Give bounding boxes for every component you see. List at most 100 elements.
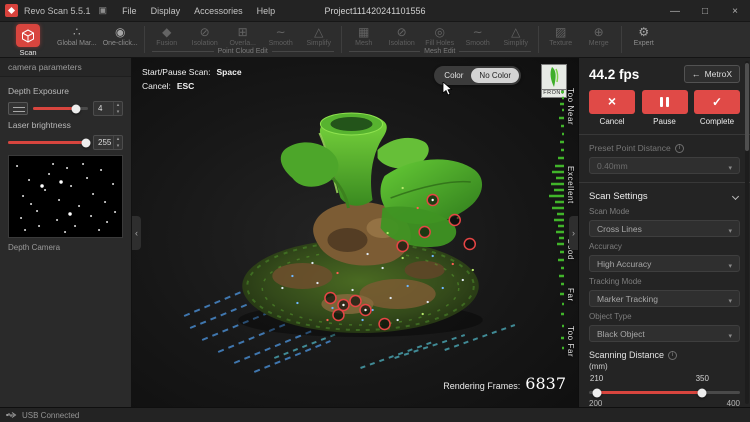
dropdown-caret-icon [728,290,732,308]
toolbar-button-global-markers[interactable]: ∴ Global Mar... [54,24,100,47]
close-button[interactable]: × [720,0,750,22]
laser-brightness-slider-handle[interactable] [81,138,90,147]
simplify-icon: △ [511,25,520,39]
object-type-dropdown[interactable]: Black Object [589,325,740,342]
scan-viewport-3d[interactable]: Start/Pause Scan:Space Cancel:ESC Color … [132,58,578,407]
back-arrow-icon [692,69,701,79]
overlap-icon: ⊞ [238,25,248,39]
auto-exposure-button[interactable] [8,102,28,115]
scrollbar-thumb[interactable] [745,63,749,151]
accuracy-dropdown[interactable]: High Accuracy [589,255,740,272]
toolbar-button-merge[interactable]: ⊕ Merge [580,24,618,47]
scan-tab-label: Scan [19,48,36,57]
toolbar-separator [144,26,145,53]
info-icon[interactable] [668,351,677,360]
stepper-down-icon[interactable] [114,143,122,150]
range-low-handle[interactable] [592,388,601,397]
menu-file[interactable]: File [115,6,144,16]
hint-scan-key: Space [217,67,242,77]
color-toggle-no-color[interactable]: No Color [471,68,519,83]
scan-tab[interactable]: Scan [5,24,51,57]
dropdown-caret-icon [728,255,732,273]
collapse-left-panel-button[interactable] [132,216,141,250]
hint-cancel-label: Cancel: [142,81,171,91]
menu-help[interactable]: Help [250,6,283,16]
menu-accessories[interactable]: Accessories [187,6,250,16]
metrox-button[interactable]: MetroX [684,65,740,83]
depth-exposure-slider-handle[interactable] [71,104,80,113]
isolation-icon: ⊘ [200,25,210,39]
laser-brightness-stepper[interactable]: 255 [93,135,123,150]
usb-icon [6,411,17,419]
global-markers-icon: ∴ [73,25,81,39]
scan-settings-header[interactable]: Scan Settings [589,191,740,202]
preset-point-distance-dropdown[interactable]: 0.40mm [589,157,740,174]
toolbar-group-mesh-edit: ▦ Mesh ⊘ Isolation ◎ Fill Holes ∼ Smooth… [345,24,535,55]
depth-camera-preview [8,155,123,238]
dropdown-caret-icon [728,325,732,343]
toolbar-button-simplify-mesh[interactable]: △ Simplify [497,24,535,47]
minimize-button[interactable]: — [660,0,690,22]
toolbar-group-texture-merge: ▨ Texture ⊕ Merge [542,24,618,47]
toolbar-button-expert[interactable]: ⚙ Expert [625,24,663,47]
hint-scan-label: Start/Pause Scan: [142,67,211,77]
toolbar-separator [621,26,622,53]
group-caption-mesh-edit: Mesh Edit [345,48,535,55]
toolbar-button-one-click[interactable]: ◉ One-click... [100,24,141,47]
toolbar-group-expert: ⚙ Expert [625,24,663,47]
range-low-value: 210 [590,374,603,383]
toolbar-button-texture[interactable]: ▨ Texture [542,24,580,47]
range-high-handle[interactable] [698,388,707,397]
maximize-button[interactable]: □ [690,0,720,22]
x-icon [608,93,616,111]
toolbar-button-overlap[interactable]: ⊞ Overla... [224,24,262,47]
complete-scan-button[interactable] [694,90,740,114]
menu-display[interactable]: Display [144,6,188,16]
usb-status-text: USB Connected [22,411,79,420]
workspace-icon[interactable]: ▣ [99,5,108,16]
cursor-pointer [442,82,453,101]
toolbar-button-mesh[interactable]: ▦ Mesh [345,24,383,47]
toolbar-group-point-cloud-edit: ◆ Fusion ⊘ Isolation ⊞ Overla... ∼ Smoot… [148,24,338,55]
tracking-mode-dropdown[interactable]: Marker Tracking [589,290,740,307]
depth-camera-label: Depth Camera [8,243,123,252]
range-max-label: 400 [727,399,740,408]
app-title: Revo Scan 5.5.1 [24,6,91,16]
right-panel-scrollbar[interactable] [745,61,749,404]
scan-mode-dropdown[interactable]: Cross Lines [589,220,740,237]
tracking-mode-field: Tracking Mode Marker Tracking [589,277,740,307]
merge-icon: ⊕ [594,25,604,39]
pause-scan-button[interactable] [642,90,688,114]
cancel-action: Cancel [589,90,635,126]
dropdown-caret-icon [728,220,732,238]
object-type-field: Object Type Black Object [589,312,740,342]
toolbar-button-simplify-pc[interactable]: △ Simplify [300,24,338,47]
texture-icon: ▨ [555,25,566,39]
info-icon[interactable] [675,144,684,153]
scanning-distance-range-slider[interactable]: 210 350 200 400 [589,386,740,412]
cancel-scan-button[interactable] [589,90,635,114]
app-logo-icon [5,4,18,17]
chevron-down-icon [732,193,739,200]
depth-exposure-slider[interactable] [33,107,88,110]
divider [579,182,750,183]
toolbar-button-isolation-mesh[interactable]: ⊘ Isolation [383,24,421,47]
stepper-down-icon[interactable] [114,109,122,116]
app-window: Revo Scan 5.5.1 ▣ File Display Accessori… [0,0,750,422]
one-click-icon: ◉ [115,25,125,39]
depth-exposure-stepper[interactable]: 4 [93,101,123,116]
collapse-right-panel-button[interactable] [569,216,578,250]
toolbar-button-fill-holes[interactable]: ◎ Fill Holes [421,24,459,47]
smooth-icon: ∼ [276,25,286,39]
laser-brightness-slider[interactable] [8,141,88,144]
scan-cube-icon[interactable] [16,24,40,47]
keyboard-hints: Start/Pause Scan:Space Cancel:ESC [142,65,248,93]
depth-exposure-label: Depth Exposure [8,86,123,96]
toolbar-button-fusion[interactable]: ◆ Fusion [148,24,186,47]
distance-histogram [548,86,564,356]
toolbar-button-smooth-mesh[interactable]: ∼ Smooth [459,24,497,47]
toolbar-button-smooth-pc[interactable]: ∼ Smooth [262,24,300,47]
fps-counter: 44.2 fps [589,67,639,82]
color-toggle-color[interactable]: Color [436,68,471,83]
toolbar-button-isolation-pc[interactable]: ⊘ Isolation [186,24,224,47]
